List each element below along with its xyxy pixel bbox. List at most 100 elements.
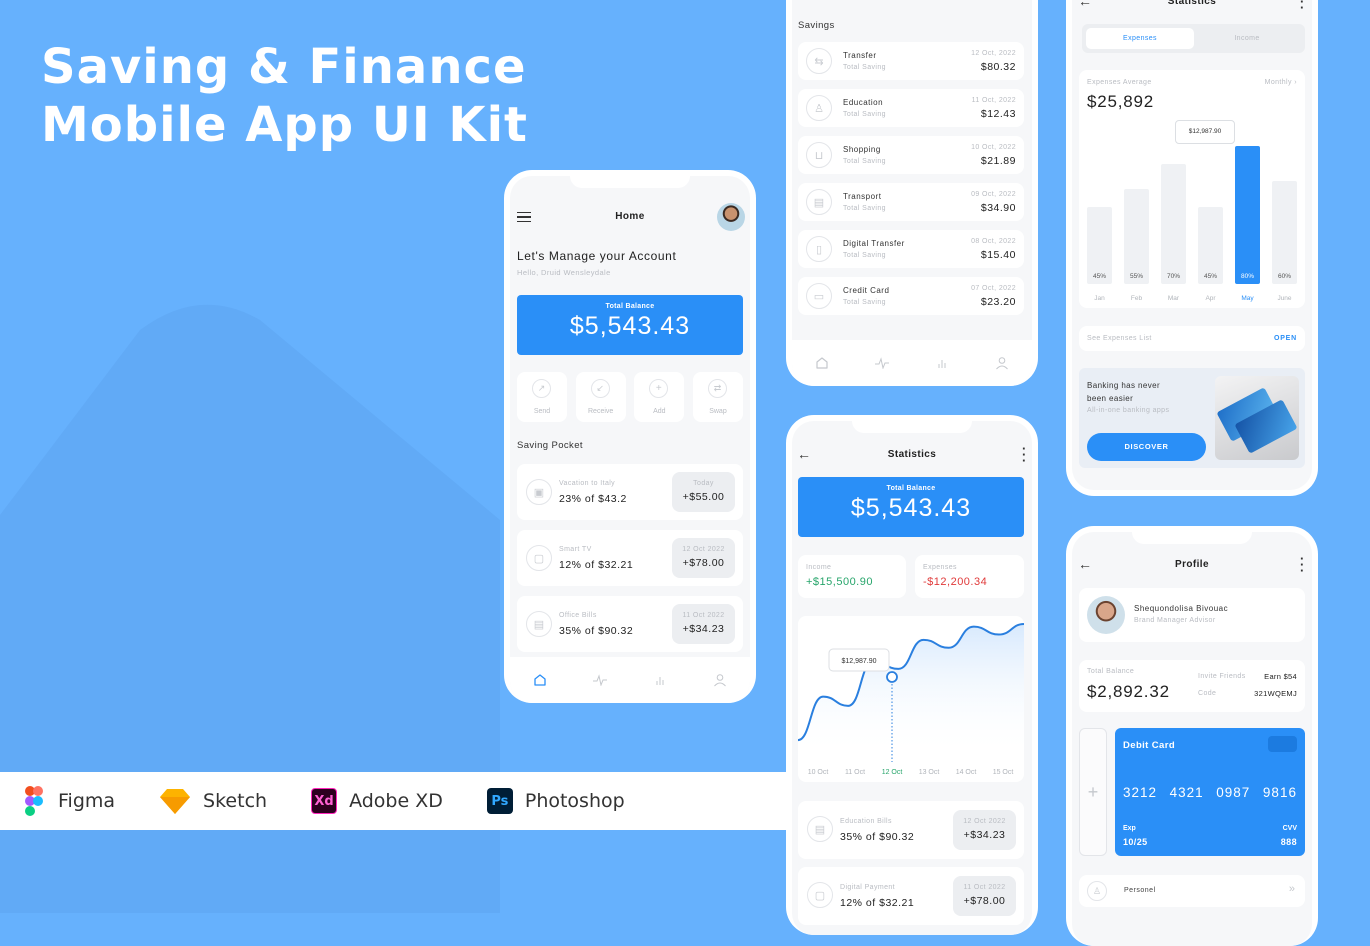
double-chevron-icon: » [1288, 883, 1295, 895]
x-tick-label: 14 Oct [956, 769, 977, 776]
expenses-list-row[interactable]: See Expenses List OPEN [1079, 326, 1305, 351]
balance-amount: $5,543.43 [850, 494, 972, 522]
bottom-nav [792, 340, 1032, 386]
photoshop-icon: Ps [486, 788, 513, 814]
bill-item[interactable]: ▢ Digital Payment 12% of $32.21 11 Oct 2… [798, 867, 1024, 925]
sketch-icon [159, 787, 191, 815]
bill-progress: 35% of $90.32 [840, 831, 915, 843]
action-label: Receive [588, 408, 614, 415]
bar-june[interactable] [1272, 180, 1297, 284]
user-icon[interactable] [710, 670, 730, 690]
chart-icon[interactable] [650, 670, 670, 690]
pocket-date: Today [693, 480, 714, 487]
section-title: Saving Pocket [517, 440, 583, 451]
line-chart-card: 10 Oct 11 Oct 12 Oct 13 Oct 14 Oct 15 Oct $12,… [798, 616, 1024, 782]
receive-button[interactable]: ↙ Receive [575, 372, 626, 422]
page-title: Statistics [887, 449, 937, 460]
saving-item[interactable]: ⇆ Transfer Total Saving 12 Oct, 2022 $80… [798, 42, 1024, 80]
plus-icon: + [1087, 781, 1099, 802]
saving-item[interactable]: ▯ Digital Transfer Total Saving 08 Oct, … [798, 230, 1024, 268]
x-tick-label: 15 Oct [993, 769, 1014, 776]
phone-notch [570, 176, 690, 188]
tool-photoshop: Ps Photoshop [486, 788, 625, 814]
saving-item[interactable]: ⊔ Shopping Total Saving 10 Oct, 2022 $21… [798, 136, 1024, 174]
tools-bar: Figma Sketch Xd Adobe XD Ps Photoshop [0, 772, 790, 830]
cart-icon: ⊔ [806, 142, 832, 168]
education-icon: ♙ [806, 95, 832, 121]
profile-card: Shequondolisa Bivouac Brand Manager Advi… [1079, 588, 1305, 642]
swap-icon: ⇄ [707, 379, 727, 398]
home-icon[interactable] [812, 353, 832, 373]
personel-menu-item[interactable]: ♙ Personel » [1079, 875, 1305, 907]
activity-icon[interactable] [872, 353, 892, 373]
saving-amount: $80.32 [980, 61, 1016, 73]
saving-date: 09 Oct, 2022 [971, 191, 1016, 198]
saving-amount: $12.43 [980, 108, 1016, 120]
tab-expenses[interactable]: Expenses [1086, 28, 1194, 49]
chart-icon[interactable] [932, 353, 952, 373]
saving-date: 10 Oct, 2022 [971, 144, 1016, 151]
user-icon[interactable] [992, 353, 1012, 373]
saving-item[interactable]: ▤ Transport Total Saving 09 Oct, 2022 $3… [798, 183, 1024, 221]
balance-card: Total Balance $5,543.43 [798, 477, 1024, 537]
pocket-progress: 12% of $32.21 [559, 559, 634, 571]
expenses-phone: ← Statistics ··· Expenses Income Expense… [1066, 0, 1318, 496]
bar-may[interactable] [1235, 146, 1260, 284]
add-button[interactable]: + Add [634, 372, 685, 422]
income-value: +$15,500.90 [806, 576, 873, 588]
profile-name: Shequondolisa Bivouac [1134, 604, 1229, 613]
profile-role: Brand Manager Advisor [1134, 617, 1216, 624]
statistics-phone: ← Statistics · · · Total Balance $5,543.43… [786, 415, 1038, 935]
tool-label: Figma [58, 790, 116, 812]
send-button[interactable]: ↗ Send [517, 372, 567, 422]
swap-button[interactable]: ⇄ Swap [692, 372, 743, 422]
bus-icon: ▤ [806, 189, 832, 215]
pocket-item[interactable]: ▤ Office Bills 35% of $90.32 11 Oct 2022… [517, 596, 743, 652]
phone-icon: ▯ [806, 236, 832, 262]
bar-chart: 45% Jan 55% Feb 70% Mar 45% Apr 80% May $12,987.90… [1079, 70, 1305, 308]
wallet-icon: ▣ [526, 479, 552, 505]
pocket-item[interactable]: ▢ Smart TV 12% of $32.21 12 Oct 2022 +$7… [517, 530, 743, 586]
avatar[interactable] [717, 203, 745, 231]
add-card-button[interactable]: + [1079, 728, 1107, 856]
more-icon[interactable]: ··· [1300, 552, 1304, 577]
saving-sub: Total Saving [843, 252, 886, 259]
page-title: Statistics [1167, 0, 1217, 7]
bill-badge: 12 Oct 2022 +$34.23 [953, 810, 1016, 850]
debit-card[interactable]: Debit Card 3212 4321 0987 9816 Exp 10/25… [1115, 728, 1305, 856]
bill-date: 12 Oct 2022 [963, 818, 1006, 825]
section-title: Savings [798, 20, 835, 31]
x-tick-label: 12 Oct [882, 769, 903, 776]
activity-icon[interactable] [590, 670, 610, 690]
bar-mar[interactable] [1161, 163, 1186, 284]
open-link[interactable]: OPEN [1274, 335, 1297, 342]
card-number-group: 4321 [1169, 785, 1204, 800]
plus-icon: + [649, 379, 669, 398]
bar-feb[interactable] [1124, 189, 1149, 284]
tab-income[interactable]: Income [1193, 28, 1301, 49]
payment-icon: ▢ [807, 882, 833, 908]
discover-button[interactable]: DISCOVER [1087, 433, 1206, 461]
saving-item[interactable]: ▭ Credit Card Total Saving 07 Oct, 2022 … [798, 277, 1024, 315]
pocket-item[interactable]: ▣ Vacation to Italy 23% of $43.2 Today +… [517, 464, 743, 520]
saving-amount: $23.20 [980, 296, 1016, 308]
profile-avatar [1087, 596, 1125, 634]
home-icon[interactable] [530, 670, 550, 690]
balance-label: Total Balance [886, 485, 936, 492]
x-tick-label: May [1241, 295, 1254, 302]
highlight-point[interactable] [886, 671, 898, 683]
bill-item[interactable]: ▤ Education Bills 35% of $90.32 12 Oct 2… [798, 801, 1024, 859]
card-chip [1268, 736, 1297, 752]
saving-date: 07 Oct, 2022 [971, 285, 1016, 292]
greeting-heading: Let's Manage your Account [517, 249, 677, 263]
tab-switcher: Expenses Income [1082, 24, 1305, 53]
saving-item[interactable]: ♙ Education Total Saving 11 Oct, 2022 $1… [798, 89, 1024, 127]
more-icon[interactable]: ··· [1300, 0, 1304, 14]
saving-sub: Total Saving [843, 111, 886, 118]
tool-label: Adobe XD [349, 790, 443, 812]
x-tick-label: Apr [1205, 295, 1216, 302]
more-icon[interactable]: ··· [1022, 442, 1026, 467]
bar-value-label: 80% [1240, 273, 1254, 280]
pocket-amount: +$55.00 [682, 491, 725, 503]
balance-amount: $5,543.43 [569, 312, 691, 340]
